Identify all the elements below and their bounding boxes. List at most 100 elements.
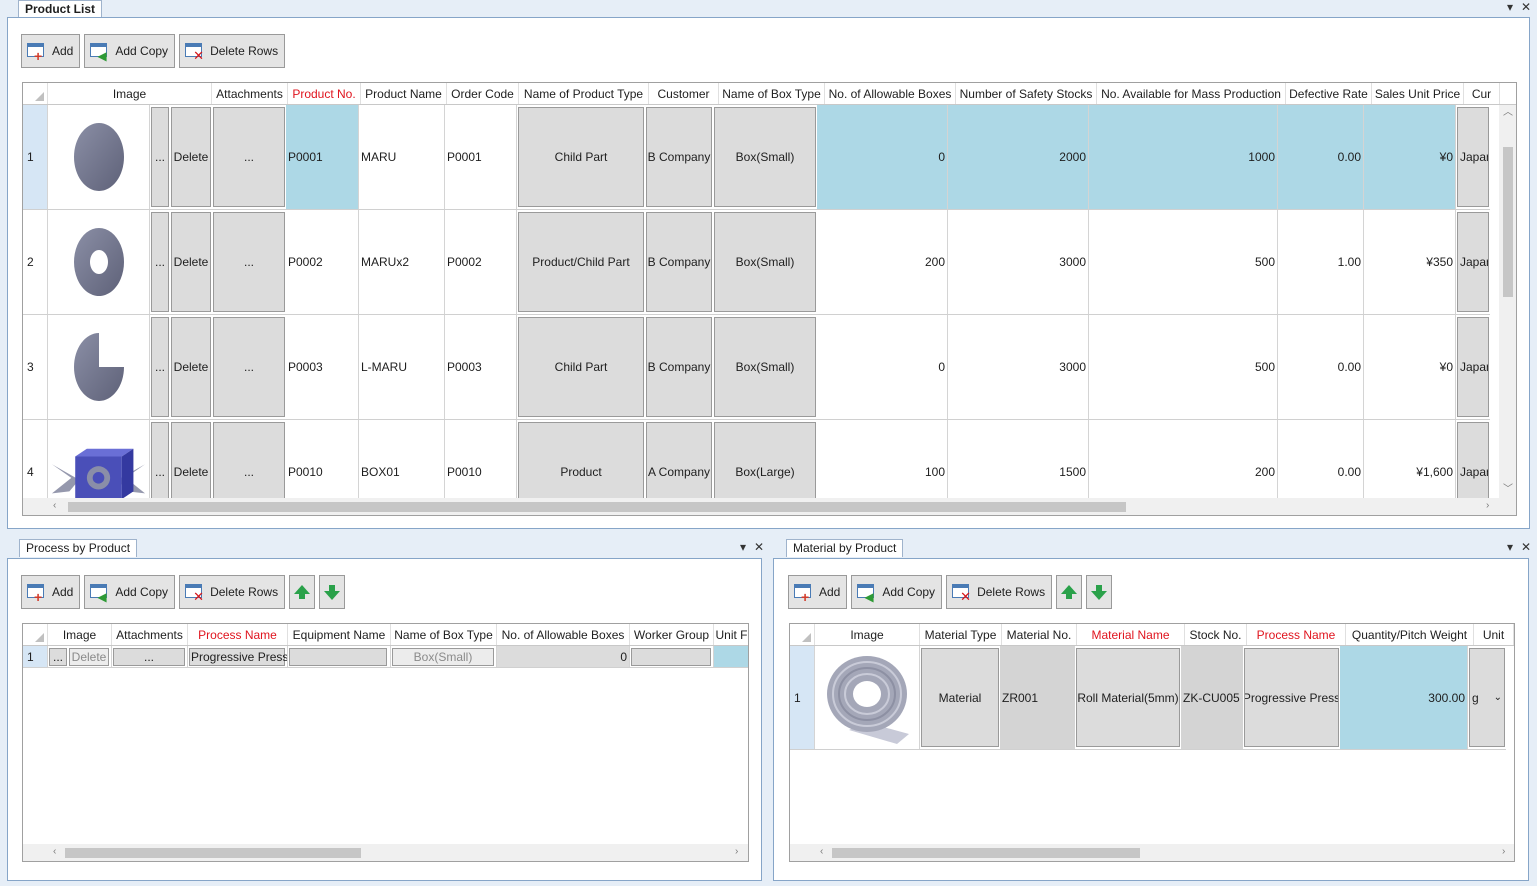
product-list-close-icon[interactable]: ✕: [1521, 0, 1531, 14]
col-worker-group[interactable]: Worker Group: [630, 624, 714, 645]
col-stock-no[interactable]: Stock No.: [1185, 624, 1247, 645]
col-currency[interactable]: Cur: [1464, 83, 1500, 104]
col-product-type[interactable]: Name of Product Type: [519, 83, 649, 104]
order-code-cell[interactable]: P0002: [445, 210, 517, 314]
product-vertical-scrollbar[interactable]: ︿ ﹀: [1499, 105, 1516, 498]
box-type-cell[interactable]: Box(Small): [714, 317, 816, 417]
safety-stocks-cell[interactable]: 2000: [948, 105, 1089, 209]
image-delete-button[interactable]: Delete: [171, 317, 211, 417]
product-no-cell[interactable]: P0002: [286, 210, 359, 314]
attachments-button[interactable]: ...: [213, 317, 285, 417]
order-code-cell[interactable]: P0001: [445, 105, 517, 209]
move-down-button[interactable]: [319, 575, 346, 609]
material-menu-icon[interactable]: ▾: [1507, 540, 1513, 554]
quantity-weight-cell[interactable]: 300.00: [1340, 646, 1468, 749]
row-header[interactable]: 2: [23, 210, 48, 314]
currency-cell[interactable]: Japan: [1457, 107, 1489, 207]
add-copy-button[interactable]: ◀ Add Copy: [851, 575, 943, 609]
product-no-cell[interactable]: P0001: [286, 105, 359, 209]
material-name-cell[interactable]: Roll Material(5mm): [1076, 648, 1180, 747]
move-down-button[interactable]: [1086, 575, 1113, 609]
table-row[interactable]: 1 Material ZR001 Roll Material(5mm) ZK-C…: [790, 646, 1506, 750]
stock-no-cell[interactable]: ZK-CU005: [1181, 646, 1243, 749]
col-attachments[interactable]: Attachments: [212, 83, 288, 104]
col-customer[interactable]: Customer: [649, 83, 719, 104]
row-header[interactable]: 1: [23, 105, 48, 209]
mass-production-cell[interactable]: 500: [1089, 210, 1278, 314]
col-process-name[interactable]: Process Name: [188, 624, 288, 645]
move-up-button[interactable]: [1056, 575, 1083, 609]
col-allowable-boxes[interactable]: No. of Allowable Boxes: [497, 624, 630, 645]
product-no-cell[interactable]: P0003: [286, 315, 359, 419]
delete-rows-button[interactable]: ✕ Delete Rows: [946, 575, 1053, 609]
scroll-thumb[interactable]: [1503, 147, 1513, 297]
image-delete-button[interactable]: Delete: [69, 647, 109, 666]
image-browse-button[interactable]: ...: [151, 107, 169, 207]
product-name-cell[interactable]: MARU: [359, 105, 445, 209]
delete-rows-button[interactable]: ✕ Delete Rows: [179, 34, 286, 68]
worker-group-select[interactable]: [631, 647, 711, 666]
unit-cell[interactable]: [714, 646, 748, 667]
col-equipment-name[interactable]: Equipment Name: [288, 624, 391, 645]
allowable-boxes-cell[interactable]: 0: [817, 105, 948, 209]
table-row[interactable]: 3 ... Delete ... P0003 L-MARU P0003 Chil…: [23, 315, 1490, 420]
move-up-button[interactable]: [289, 575, 316, 609]
safety-stocks-cell[interactable]: 3000: [948, 210, 1089, 314]
image-browse-button[interactable]: ...: [49, 647, 67, 666]
col-product-no[interactable]: Product No.: [288, 83, 361, 104]
unit-select[interactable]: g ⌄: [1469, 648, 1505, 747]
product-type-cell[interactable]: Child Part: [518, 317, 644, 417]
col-image[interactable]: Image: [48, 624, 112, 645]
sales-price-cell[interactable]: ¥0: [1364, 315, 1456, 419]
scroll-right-icon[interactable]: ›: [1486, 500, 1489, 512]
table-row[interactable]: 2 ... Delete ... P0002 MARUx2 P0002 Prod…: [23, 210, 1490, 315]
customer-cell[interactable]: B Company: [646, 212, 712, 312]
process-close-icon[interactable]: ✕: [754, 540, 764, 554]
attachments-button[interactable]: ...: [213, 212, 285, 312]
customer-cell[interactable]: B Company: [646, 317, 712, 417]
scroll-left-icon[interactable]: ‹: [820, 846, 823, 858]
image-browse-button[interactable]: ...: [151, 317, 169, 417]
col-safety-stocks[interactable]: Number of Safety Stocks: [956, 83, 1097, 104]
scroll-thumb[interactable]: [65, 848, 361, 858]
col-attachments[interactable]: Attachments: [112, 624, 188, 645]
order-code-cell[interactable]: P0003: [445, 315, 517, 419]
material-no-cell[interactable]: ZR001: [1000, 646, 1075, 749]
mass-production-cell[interactable]: 500: [1089, 315, 1278, 419]
scroll-up-icon[interactable]: ︿: [1503, 107, 1513, 119]
add-button[interactable]: + Add: [21, 34, 81, 68]
scroll-down-icon[interactable]: ﹀: [1503, 484, 1513, 496]
image-browse-button[interactable]: ...: [151, 212, 169, 312]
image-delete-button[interactable]: Delete: [171, 212, 211, 312]
sales-price-cell[interactable]: ¥0: [1364, 105, 1456, 209]
allowable-boxes-cell[interactable]: 0: [497, 646, 630, 667]
add-button[interactable]: + Add: [788, 575, 848, 609]
equipment-name-select[interactable]: [289, 647, 387, 666]
scroll-left-icon[interactable]: ‹: [53, 846, 56, 858]
col-box-type[interactable]: Name of Box Type: [719, 83, 825, 104]
scroll-thumb[interactable]: [68, 502, 1126, 512]
table-row[interactable]: 1 ... Delete ... Progressive Press Box(S…: [23, 646, 748, 668]
row-header[interactable]: 1: [790, 646, 815, 749]
row-header[interactable]: 3: [23, 315, 48, 419]
col-unit[interactable]: Unit: [1474, 624, 1514, 645]
col-material-type[interactable]: Material Type: [920, 624, 1002, 645]
product-name-cell[interactable]: MARUx2: [359, 210, 445, 314]
process-name-select[interactable]: Progressive Press: [189, 647, 287, 666]
col-box-type[interactable]: Name of Box Type: [391, 624, 497, 645]
sales-price-cell[interactable]: ¥350: [1364, 210, 1456, 314]
col-process-name[interactable]: Process Name: [1247, 624, 1346, 645]
col-material-name[interactable]: Material Name: [1077, 624, 1185, 645]
process-menu-icon[interactable]: ▾: [740, 540, 746, 554]
defective-rate-cell[interactable]: 0.00: [1278, 105, 1364, 209]
process-horizontal-scrollbar[interactable]: ‹ ›: [23, 844, 748, 861]
scroll-left-icon[interactable]: ‹: [53, 500, 56, 512]
material-by-product-tab[interactable]: Material by Product: [786, 539, 904, 557]
col-product-name[interactable]: Product Name: [361, 83, 447, 104]
mass-production-cell[interactable]: 1000: [1089, 105, 1278, 209]
scroll-right-icon[interactable]: ›: [1502, 846, 1505, 858]
col-mass-production[interactable]: No. Available for Mass Production: [1097, 83, 1286, 104]
col-image[interactable]: Image: [815, 624, 920, 645]
allowable-boxes-cell[interactable]: 200: [817, 210, 948, 314]
delete-rows-button[interactable]: ✕ Delete Rows: [179, 575, 286, 609]
